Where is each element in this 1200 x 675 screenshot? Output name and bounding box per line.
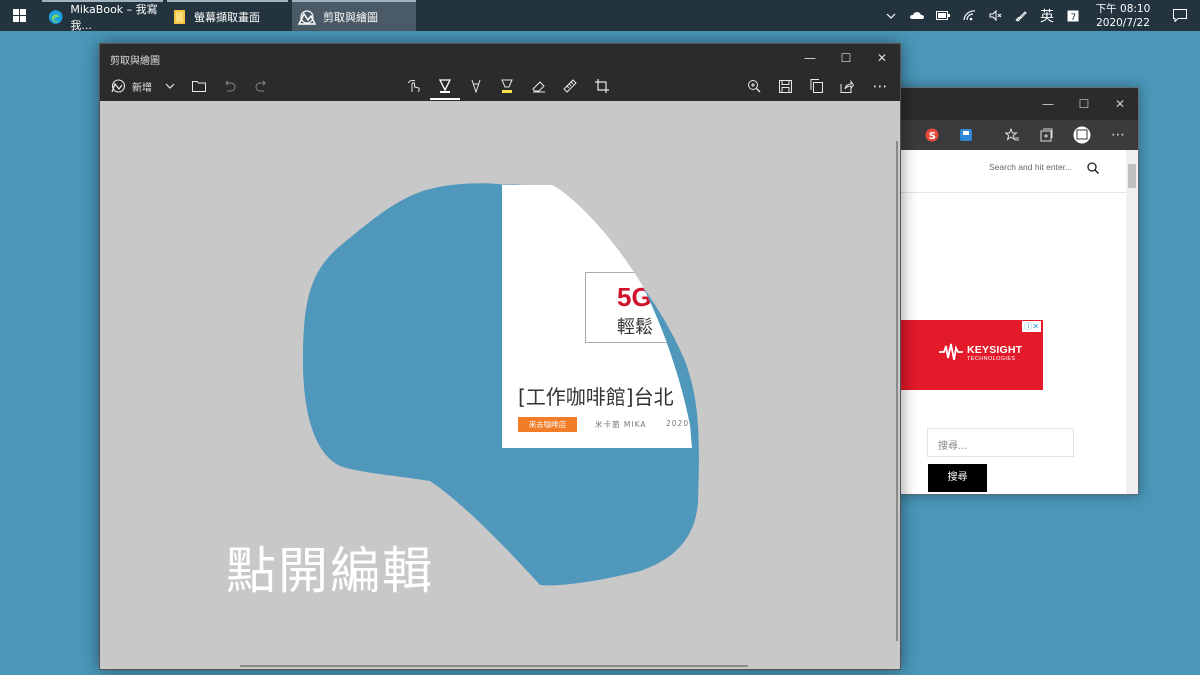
pen-workspace-icon[interactable] bbox=[1008, 0, 1034, 31]
highlight-annotation bbox=[302, 183, 699, 586]
extension-save-icon[interactable] bbox=[951, 120, 981, 150]
highlighter-icon[interactable] bbox=[495, 71, 519, 101]
favorites-icon[interactable] bbox=[997, 120, 1027, 150]
profile-avatar[interactable] bbox=[1067, 120, 1097, 150]
onedrive-icon[interactable] bbox=[904, 0, 930, 31]
taskbar: MikaBook – 我寫我... 螢幕擷取畫面 剪取與繪圖 英 7 下午 08… bbox=[0, 0, 1200, 32]
snip-sketch-icon bbox=[298, 9, 316, 25]
share-icon[interactable] bbox=[836, 71, 858, 101]
copy-icon[interactable] bbox=[805, 71, 827, 101]
keysight-wave-icon bbox=[939, 343, 963, 361]
zoom-icon[interactable] bbox=[743, 71, 765, 101]
snip-titlebar: 剪取與繪圖 — ☐ ✕ bbox=[100, 44, 900, 71]
ad-subtitle: TECHNOLOGIES bbox=[967, 356, 1016, 362]
divider bbox=[899, 192, 1127, 193]
extension-s-icon[interactable]: S bbox=[917, 120, 947, 150]
scrollbar-thumb[interactable] bbox=[1128, 164, 1136, 188]
taskbar-clock[interactable]: 下午 08:10 2020/7/22 bbox=[1092, 2, 1154, 30]
windows-logo-icon bbox=[12, 9, 26, 22]
redo-icon[interactable] bbox=[250, 71, 272, 101]
svg-text:S: S bbox=[929, 131, 936, 142]
ime-indicator[interactable]: 英 bbox=[1034, 0, 1060, 31]
taskbar-app-explorer[interactable]: 螢幕擷取畫面 bbox=[167, 0, 288, 31]
collections-icon[interactable] bbox=[1031, 120, 1061, 150]
start-button[interactable] bbox=[0, 0, 38, 31]
ad-close-button[interactable]: ⓘ✕ bbox=[1022, 321, 1041, 332]
system-tray: 英 7 下午 08:10 2020/7/22 bbox=[878, 0, 1200, 31]
edge-icon bbox=[48, 9, 63, 24]
more-icon[interactable]: ⋯ bbox=[868, 71, 892, 101]
maximize-icon[interactable]: ☐ bbox=[828, 44, 864, 71]
active-tool-indicator bbox=[430, 98, 460, 100]
browser-titlebar: — ☐ ✕ bbox=[891, 88, 1138, 120]
battery-icon[interactable] bbox=[930, 0, 956, 31]
clock-date: 2020/7/22 bbox=[1096, 16, 1150, 29]
save-icon[interactable] bbox=[774, 71, 796, 101]
close-icon[interactable]: ✕ bbox=[1103, 88, 1137, 120]
maximize-icon[interactable]: ☐ bbox=[1067, 88, 1101, 120]
chevron-up-icon[interactable] bbox=[878, 0, 904, 31]
eraser-icon[interactable] bbox=[527, 71, 551, 101]
minimize-icon[interactable]: — bbox=[1031, 88, 1065, 120]
pencil-icon[interactable] bbox=[464, 71, 488, 101]
ballpoint-pen-icon[interactable] bbox=[433, 71, 457, 101]
card-date: 2020 bbox=[666, 419, 690, 428]
wifi-icon[interactable] bbox=[956, 0, 982, 31]
folder-icon bbox=[174, 9, 185, 24]
vertical-scrollbar[interactable] bbox=[1126, 150, 1138, 494]
snip-canvas[interactable]: 5G 輕鬆 [工作咖啡館]台北 來去咖啡店 米卡菌 MIKA 2020 點開編輯 bbox=[100, 101, 900, 669]
handwritten-annotation-text: 點開編輯 bbox=[226, 542, 434, 600]
taskbar-app-label: MikaBook – 我寫我... bbox=[70, 2, 158, 32]
card-author: 米卡菌 MIKA bbox=[595, 420, 647, 429]
window-title: 剪取與繪圖 bbox=[110, 56, 160, 67]
minimize-icon[interactable]: — bbox=[792, 44, 828, 71]
touch-writing-icon[interactable] bbox=[403, 71, 425, 101]
keysight-ad-banner[interactable]: KEYSIGHT TECHNOLOGIES ⓘ✕ bbox=[891, 320, 1043, 390]
taskbar-app-edge[interactable]: MikaBook – 我寫我... bbox=[42, 0, 163, 32]
card-ad-subline: 輕鬆 bbox=[617, 317, 653, 338]
taskbar-app-label: 螢幕擷取畫面 bbox=[194, 10, 260, 24]
taskbar-app-snip-sketch[interactable]: 剪取與繪圖 bbox=[292, 0, 416, 31]
new-snip-icon[interactable] bbox=[108, 71, 128, 101]
snip-toolbar: 新增 ⋯ bbox=[100, 71, 900, 101]
volume-mute-icon[interactable] bbox=[982, 0, 1008, 31]
card-title: [工作咖啡館]台北 bbox=[518, 385, 674, 409]
sidebar-search-button[interactable]: 搜尋 bbox=[928, 464, 987, 492]
snip-sketch-window: 剪取與繪圖 — ☐ ✕ 新增 ⋯ 5G 輕鬆 [工作咖啡館]台北 來去咖啡店 米… bbox=[99, 43, 901, 670]
svg-text:7: 7 bbox=[1071, 13, 1077, 22]
ad-brand: KEYSIGHT bbox=[967, 344, 1023, 356]
undo-icon[interactable] bbox=[218, 71, 240, 101]
ruler-icon[interactable] bbox=[558, 71, 582, 101]
calendar-icon[interactable]: 7 bbox=[1060, 0, 1086, 31]
more-icon[interactable]: ⋯ bbox=[1103, 120, 1133, 150]
horizontal-scrollbar[interactable] bbox=[240, 665, 748, 667]
browser-window: — ☐ ✕ S ⋯ Search and hit enter... KEYSIG… bbox=[890, 87, 1139, 495]
vertical-scrollbar[interactable] bbox=[896, 141, 898, 641]
open-file-icon[interactable] bbox=[188, 71, 210, 101]
close-icon[interactable]: ✕ bbox=[864, 44, 900, 71]
chevron-down-icon[interactable] bbox=[160, 71, 180, 101]
crop-icon[interactable] bbox=[590, 71, 614, 101]
ad-logo: KEYSIGHT TECHNOLOGIES bbox=[967, 344, 1022, 362]
taskbar-app-label: 剪取與繪圖 bbox=[323, 10, 378, 24]
search-icon[interactable] bbox=[1087, 162, 1099, 174]
card-category-tag: 來去咖啡店 bbox=[518, 417, 577, 432]
new-snip-label[interactable]: 新增 bbox=[130, 71, 154, 101]
clock-time: 下午 08:10 bbox=[1095, 2, 1151, 15]
site-search-placeholder[interactable]: Search and hit enter... bbox=[989, 162, 1072, 172]
notification-icon[interactable] bbox=[1160, 0, 1200, 31]
sidebar-search-input[interactable]: 搜尋... bbox=[927, 428, 1074, 457]
